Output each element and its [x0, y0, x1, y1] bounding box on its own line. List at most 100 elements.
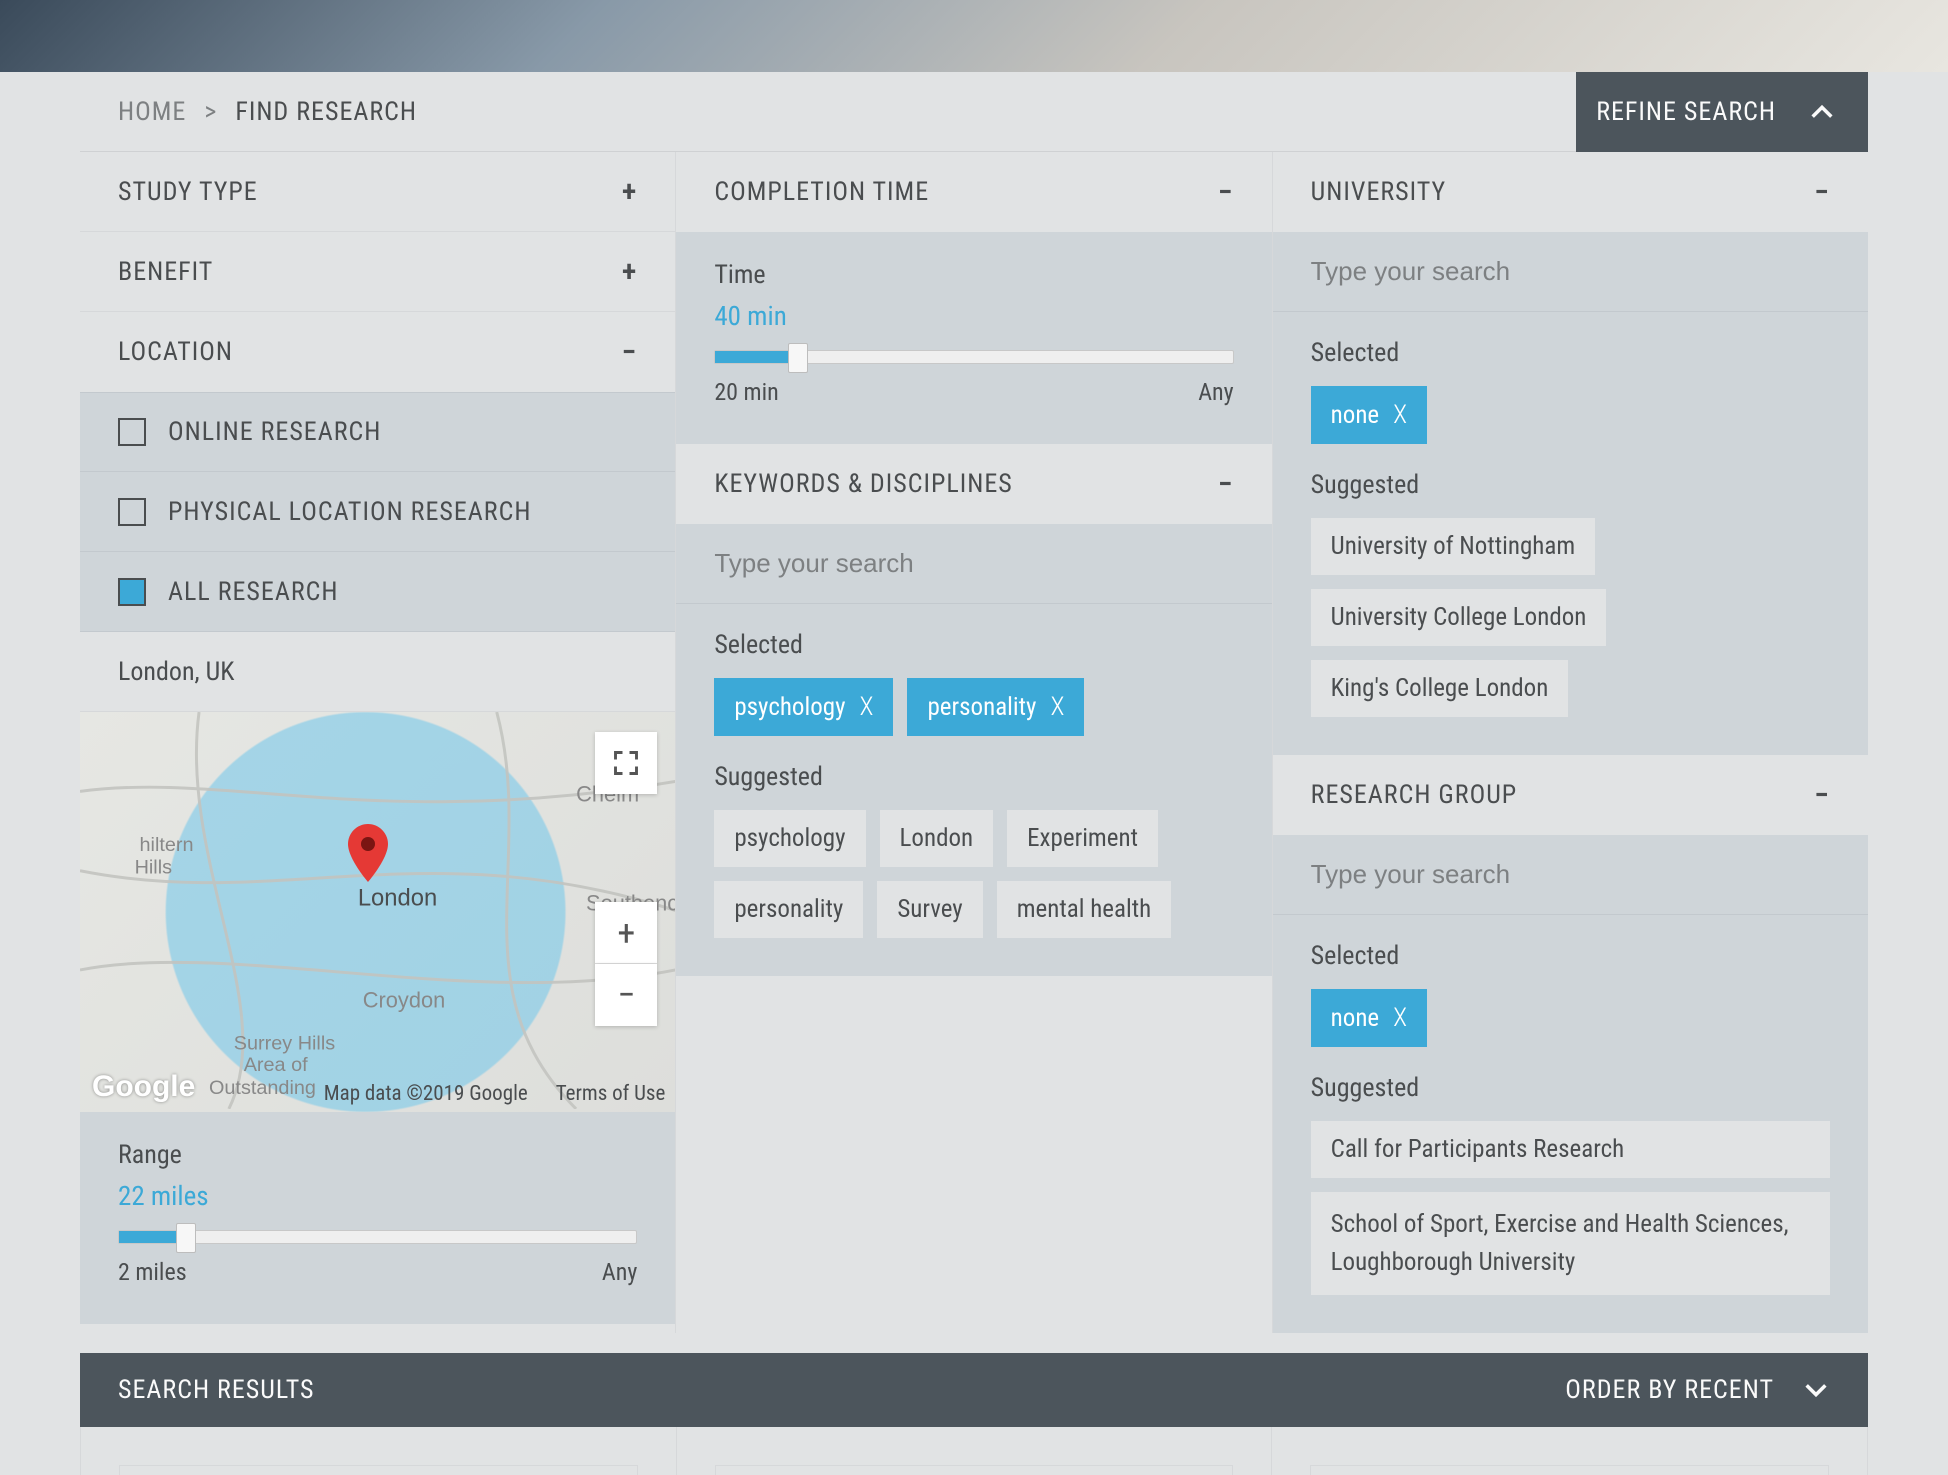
university-search-input[interactable]: [1273, 232, 1868, 312]
research-group-search-input[interactable]: [1273, 835, 1868, 915]
filter-university-header[interactable]: UNIVERSITY −: [1273, 152, 1868, 232]
time-slider-labels: 20 min Any: [714, 378, 1233, 406]
map-zoom-in-button[interactable]: +: [595, 902, 657, 964]
suggested-tag[interactable]: mental health: [997, 881, 1171, 938]
tag-label: psychology: [734, 693, 845, 722]
checkbox-icon: [118, 418, 146, 446]
location-option-all[interactable]: ALL RESEARCH: [80, 552, 675, 632]
slider-fill: [715, 351, 798, 363]
range-block: Range 22 miles 2 miles Any: [80, 1112, 675, 1324]
filter-keywords-body: Selected psychologyX personalityX Sugges…: [676, 524, 1271, 976]
filter-study-type-title: STUDY TYPE: [118, 177, 258, 207]
filter-completion-time-body: Time 40 min 20 min Any: [676, 232, 1271, 444]
suggested-tag[interactable]: Call for Participants Research: [1311, 1121, 1830, 1178]
map-roads: London Croydon Chelm Southenc hiltern Hi…: [80, 712, 675, 1109]
tag-label: none: [1331, 1004, 1380, 1033]
suggested-tag[interactable]: University College London: [1311, 589, 1607, 646]
selected-tag[interactable]: none X: [1311, 989, 1427, 1047]
filter-location-header[interactable]: LOCATION −: [80, 312, 675, 392]
svg-text:Hills: Hills: [135, 857, 173, 879]
result-col: [81, 1427, 676, 1475]
map[interactable]: London Croydon Chelm Southenc hiltern Hi…: [80, 712, 675, 1112]
order-by-button[interactable]: ORDER BY RECENT: [1565, 1375, 1830, 1405]
university-suggested-tags: University of Nottingham University Coll…: [1311, 518, 1830, 717]
minus-icon: −: [1814, 778, 1830, 813]
result-card[interactable]: [1310, 1465, 1829, 1475]
suggested-tag[interactable]: Survey: [877, 881, 982, 938]
filter-benefit-header[interactable]: BENEFIT +: [80, 232, 675, 312]
keywords-selected-tags: psychology X personalityX: [714, 678, 1233, 736]
university-selected-tags: none X: [1311, 386, 1830, 444]
filter-completion-time-header[interactable]: COMPLETION TIME −: [676, 152, 1271, 232]
result-col: [1271, 1427, 1867, 1475]
minus-icon: −: [1218, 467, 1234, 502]
range-label: Range: [118, 1140, 637, 1170]
map-zoom-out-button[interactable]: −: [595, 964, 657, 1026]
svg-text:hiltern: hiltern: [140, 834, 194, 856]
research-group-suggested-tags: Call for Participants Research School of…: [1311, 1121, 1830, 1295]
map-data-text: Map data ©2019 Google: [324, 1082, 528, 1106]
research-group-selected-tags: none X: [1311, 989, 1830, 1047]
close-icon[interactable]: X: [1393, 1003, 1407, 1033]
breadcrumb-home[interactable]: HOME: [118, 97, 186, 127]
suggested-tag[interactable]: Experiment: [1007, 810, 1158, 867]
keywords-selected-label: Selected: [714, 630, 1233, 660]
filter-research-group-body: Selected none X Suggested Call for Partic…: [1273, 835, 1868, 1333]
filter-research-group-title: RESEARCH GROUP: [1311, 780, 1518, 810]
tag-label: none: [1331, 401, 1380, 430]
suggested-tag[interactable]: London: [880, 810, 994, 867]
selected-tag[interactable]: personalityX: [907, 678, 1084, 736]
location-option-online[interactable]: ONLINE RESEARCH: [80, 392, 675, 472]
research-group-suggested-label: Suggested: [1311, 1073, 1830, 1103]
selected-tag[interactable]: psychology X: [714, 678, 893, 736]
location-option-label: PHYSICAL LOCATION RESEARCH: [168, 497, 531, 527]
minus-icon: −: [617, 974, 635, 1016]
time-slider[interactable]: [714, 350, 1233, 364]
location-option-physical[interactable]: PHYSICAL LOCATION RESEARCH: [80, 472, 675, 552]
breadcrumb-sep: >: [204, 97, 217, 127]
order-by-label: ORDER BY RECENT: [1565, 1375, 1774, 1405]
result-card[interactable]: [715, 1465, 1234, 1475]
svg-text:London: London: [358, 884, 437, 911]
svg-text:Area of: Area of: [244, 1054, 308, 1076]
svg-text:Outstanding: Outstanding: [209, 1077, 316, 1099]
suggested-tag[interactable]: psychology: [714, 810, 865, 867]
keywords-search-input[interactable]: [676, 524, 1271, 604]
google-logo: Google: [92, 1070, 195, 1104]
range-max: Any: [602, 1258, 637, 1286]
filter-university-body: Selected noneX Suggested University of N…: [1273, 232, 1868, 755]
map-terms-link[interactable]: Terms of Use: [556, 1082, 666, 1106]
suggested-tag[interactable]: King's College London: [1311, 660, 1569, 717]
selected-tag[interactable]: none X: [1311, 386, 1427, 444]
map-fullscreen-button[interactable]: [595, 732, 657, 794]
breadcrumb-row: HOME > FIND RESEARCH REFINE SEARCH: [80, 72, 1868, 152]
keywords-suggested-tags: psychology London Experiment personality…: [714, 810, 1233, 938]
results-bar: SEARCH RESULTS ORDER BY RECENT: [80, 1353, 1868, 1427]
filter-research-group-header[interactable]: RESEARCH GROUP −: [1273, 755, 1868, 835]
refine-search-button[interactable]: REFINE SEARCH: [1576, 72, 1868, 152]
close-icon[interactable]: X: [1050, 692, 1064, 722]
results-grid: [80, 1427, 1868, 1475]
filter-keywords-header[interactable]: KEYWORDS & DISCIPLINES −: [676, 444, 1271, 524]
checkbox-checked-icon: [118, 578, 146, 606]
close-icon[interactable]: X: [1393, 400, 1407, 430]
suggested-tag[interactable]: University of Nottingham: [1311, 518, 1596, 575]
filters-col-1: STUDY TYPE + BENEFIT + LOCATION − ONLINE…: [80, 152, 675, 1333]
university-suggested-label: Suggested: [1311, 470, 1830, 500]
filters-panel: STUDY TYPE + BENEFIT + LOCATION − ONLINE…: [80, 152, 1868, 1333]
result-col: [676, 1427, 1272, 1475]
range-slider[interactable]: [118, 1230, 637, 1244]
suggested-tag[interactable]: personality: [714, 881, 863, 938]
breadcrumb-current: FIND RESEARCH: [235, 97, 417, 127]
svg-text:Surrey Hills: Surrey Hills: [234, 1032, 335, 1054]
research-group-selected-label: Selected: [1311, 941, 1830, 971]
time-max: Any: [1198, 378, 1233, 406]
keywords-suggested-label: Suggested: [714, 762, 1233, 792]
result-card[interactable]: [119, 1465, 638, 1475]
suggested-tag[interactable]: School of Sport, Exercise and Health Sci…: [1311, 1192, 1830, 1295]
filter-study-type-header[interactable]: STUDY TYPE +: [80, 152, 675, 232]
close-icon[interactable]: X: [860, 692, 874, 722]
minus-icon: −: [1218, 175, 1234, 210]
slider-thumb[interactable]: [176, 1223, 196, 1253]
slider-thumb[interactable]: [788, 343, 808, 373]
